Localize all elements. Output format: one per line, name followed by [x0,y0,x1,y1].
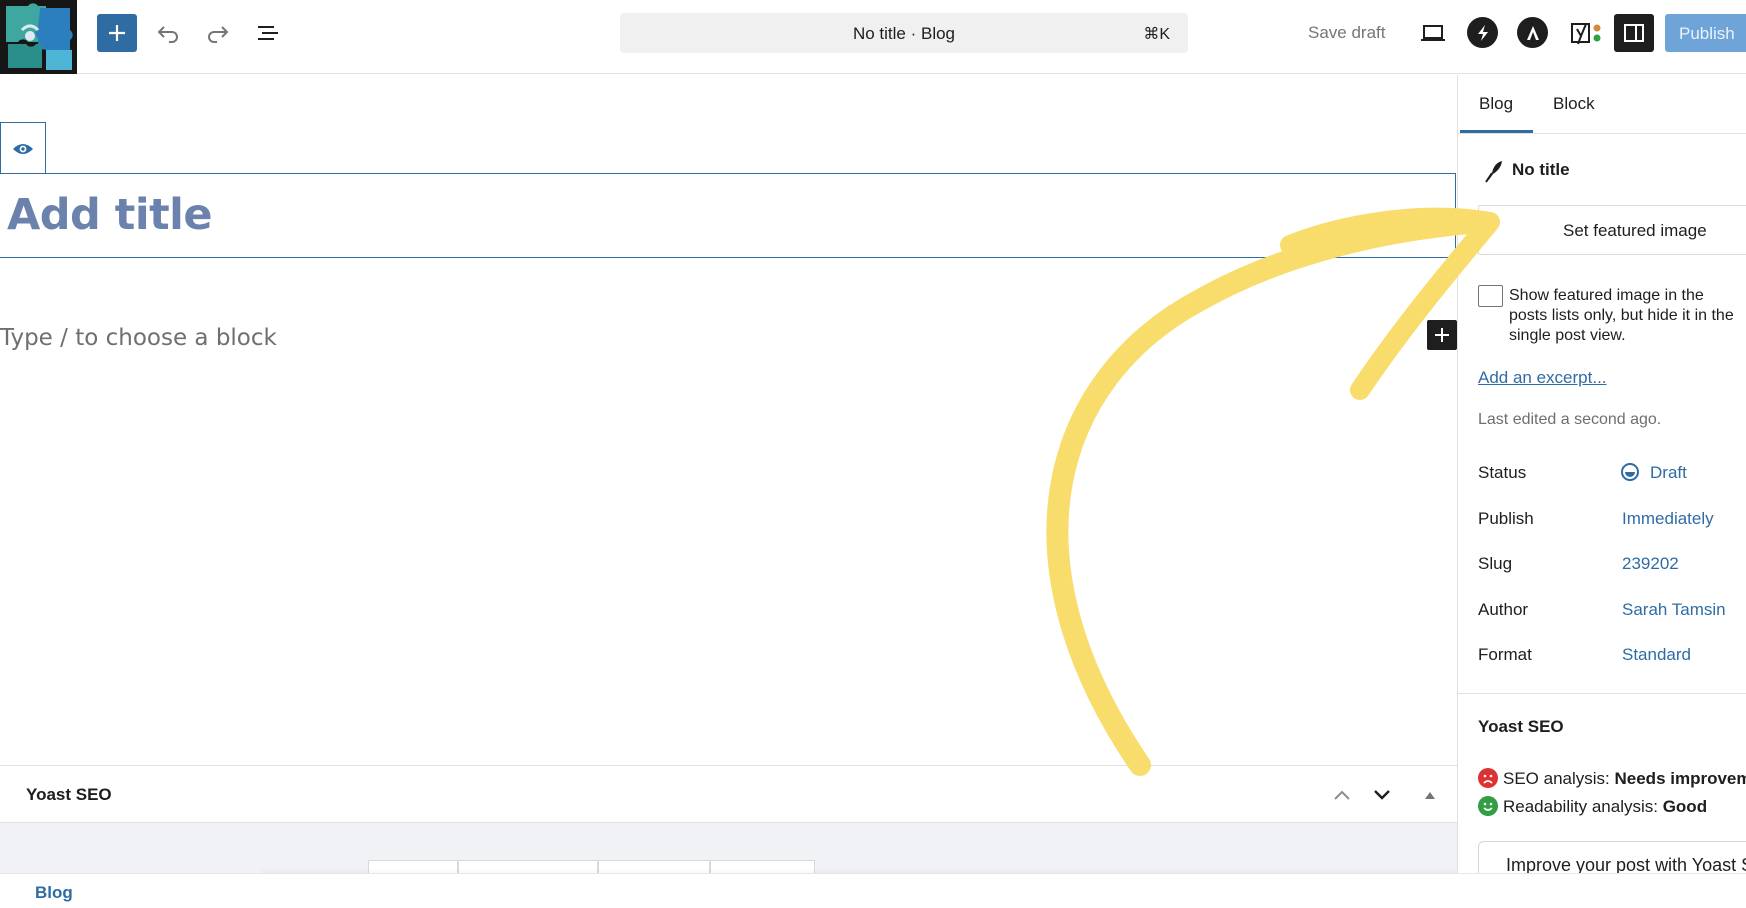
title-placeholder[interactable]: Add title [7,190,213,240]
format-label: Format [1478,645,1532,664]
yoast-toolbar-button[interactable] [1566,14,1606,52]
yoast-icon [1571,23,1601,45]
redo-icon [208,26,229,43]
set-featured-image-button[interactable]: Set featured image [1478,205,1746,255]
settings-sidebar: Blog Block No title Set featured image S… [1457,75,1746,873]
status-label: Status [1478,463,1527,482]
eye-icon [13,143,33,154]
improve-post-button[interactable]: Improve your post with Yoast SEO [1478,841,1746,873]
metabox-body [0,823,1457,874]
move-down-button[interactable] [1367,780,1397,810]
paragraph-placeholder[interactable]: Type / to choose a block [0,325,277,351]
readability-analysis-value: Good [1662,797,1708,816]
undo-button[interactable] [148,14,188,52]
section-divider [1458,693,1746,694]
featured-image-checkbox-label: Show featured image in the posts lists o… [1509,287,1734,344]
save-draft-button[interactable]: Save draft [1308,23,1386,43]
document-title: No title · Blog [852,24,956,43]
slug-label: Slug [1478,554,1513,573]
slug-value[interactable]: 239202 [1622,554,1679,574]
undo-icon [157,26,178,43]
post-summary: No title [1484,157,1744,187]
breadcrumb-item[interactable]: Blog [35,883,73,903]
active-tab-indicator [1460,130,1533,133]
seo-analysis-label: SEO analysis: [1503,769,1610,788]
command-palette-bar[interactable]: No title · Blog ⌘K [620,13,1188,53]
featured-image-checkbox[interactable] [1478,285,1503,307]
plus-icon [1435,328,1449,342]
readability-analysis-label: Readability analysis: [1503,797,1658,816]
site-logo[interactable] [0,0,77,74]
last-edited-text: Last edited a second ago. [1478,411,1662,428]
astra-logo-icon [1526,25,1539,40]
add-block-button[interactable] [97,14,137,52]
move-up-button[interactable] [1327,780,1357,810]
yoast-panel-heading[interactable]: Yoast SEO [1478,717,1564,737]
preview-button[interactable] [1413,14,1453,52]
chevron-down-icon [1374,790,1390,800]
seo-analysis-row[interactable]: SEO analysis: Needs improvement [1478,768,1746,789]
bolt-icon [1477,24,1488,41]
tab-block[interactable]: Block [1553,94,1595,114]
post-title-label: No title [1512,160,1570,179]
sidebar-toggle-icon [1624,24,1644,42]
smiley-face-icon [1478,796,1498,816]
publish-button[interactable]: Publish [1665,14,1746,52]
tab-post[interactable]: Blog [1479,94,1513,114]
format-value[interactable]: Standard [1622,645,1691,665]
chevron-up-icon [1334,790,1350,800]
post-title-block[interactable]: Add title [0,173,1456,258]
sidebar-tabs: Blog Block [1458,75,1746,134]
readability-analysis-row[interactable]: Readability analysis: Good [1478,796,1707,817]
metabox-title: Yoast SEO [26,785,112,804]
jetpack-bolt-icon[interactable] [1467,17,1498,48]
document-overview-button[interactable] [248,14,288,52]
plus-icon [109,25,125,41]
seo-analysis-value: Needs improvement [1614,769,1746,788]
publish-value[interactable]: Immediately [1622,509,1714,529]
add-excerpt-link[interactable]: Add an excerpt... [1478,368,1607,388]
author-label: Author [1478,600,1529,619]
yoast-metabox-header[interactable]: Yoast SEO [0,765,1457,823]
settings-panel-toggle[interactable] [1614,14,1654,52]
feather-icon [1485,161,1502,183]
redo-button[interactable] [198,14,238,52]
block-breadcrumb-bar: Blog [0,873,1746,908]
list-view-icon [258,26,278,40]
puzzle-logo-icon [0,0,77,74]
triangle-up-icon [1425,792,1435,799]
collapse-toggle-button[interactable] [1415,780,1445,810]
author-value[interactable]: Sarah Tamsin [1622,600,1726,620]
editor-top-toolbar: No title · Blog ⌘K Save draft Publish [0,0,1746,74]
draft-status-icon [1621,463,1639,481]
visibility-toggle[interactable] [0,122,46,174]
editor-canvas: Add title Type / to choose a block [0,75,1457,765]
status-value[interactable]: Draft [1650,463,1687,483]
publish-label: Publish [1478,509,1534,528]
sad-face-icon [1478,768,1498,788]
command-shortcut: ⌘K [1143,26,1170,43]
laptop-preview-icon [1421,25,1445,41]
block-inserter-button[interactable] [1427,320,1457,350]
astra-icon[interactable] [1517,17,1548,48]
